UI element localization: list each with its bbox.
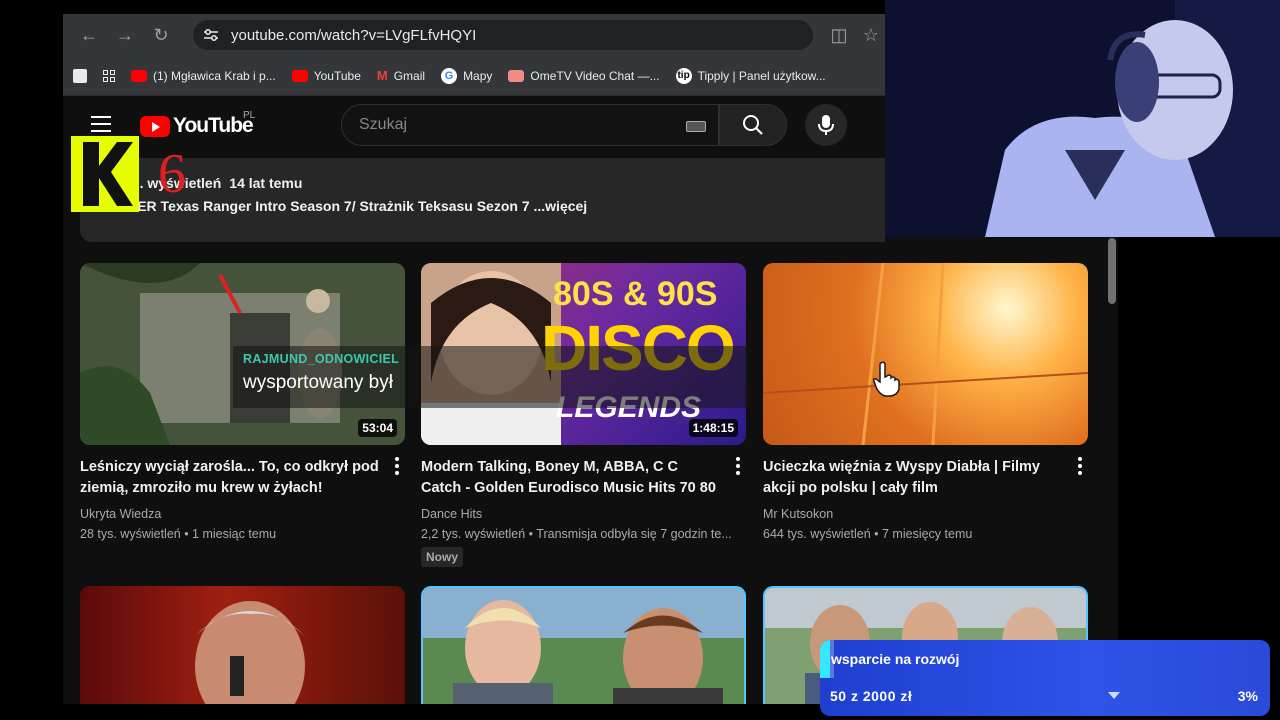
bookmarks-bar: (1) Mgławica Krab i p... YouTube M Gmail … xyxy=(63,56,885,96)
video-duration: 53:04 xyxy=(358,419,397,437)
bookmark-item[interactable]: M Gmail xyxy=(377,68,425,83)
support-title: wsparcie na rozwój xyxy=(831,651,960,667)
video-title[interactable]: Leśniczy wyciął zarośla... To, co odkrył… xyxy=(80,457,380,499)
search-button[interactable] xyxy=(719,104,787,146)
video-description-card[interactable]: vs. wyświetleń 14 lat temu WALKER Texas … xyxy=(80,158,885,242)
scrollbar-thumb[interactable] xyxy=(1108,238,1116,304)
more-actions-icon[interactable] xyxy=(1078,457,1082,475)
video-card[interactable]: 80S & 90S DISCO LEGENDS 1:48:15 Modern T… xyxy=(421,263,746,567)
video-title[interactable]: Modern Talking, Boney M, ABBA, C C Catch… xyxy=(421,457,721,499)
chat-username: RAJMUND_ODNOWICIEL xyxy=(243,352,400,366)
keyboard-icon[interactable] xyxy=(686,121,706,132)
youtube-play-icon xyxy=(140,115,170,137)
youtube-favicon-icon xyxy=(131,69,147,82)
more-actions-icon[interactable] xyxy=(395,457,399,475)
url-bar[interactable]: youtube.com/watch?v=LVgFLfvHQYI xyxy=(193,20,813,50)
reload-button[interactable]: ↻ xyxy=(143,21,179,49)
bookmark-item[interactable]: G Mapy xyxy=(441,67,492,84)
apps-grid-icon[interactable] xyxy=(103,69,115,82)
install-app-icon[interactable]: ◫ xyxy=(821,21,857,49)
hand-cursor-icon xyxy=(873,361,900,397)
google-favicon-icon: G xyxy=(441,67,458,84)
menu-icon[interactable] xyxy=(91,116,111,132)
video-stats: 2,2 tys. wyświetleń • Transmisja odbyła … xyxy=(421,527,732,541)
ometv-favicon-icon xyxy=(508,69,525,82)
support-percent: 3% xyxy=(1237,688,1258,704)
chat-message: wysportowany był xyxy=(243,372,393,393)
bookmark-star-icon[interactable]: ☆ xyxy=(853,21,885,49)
video-thumbnail[interactable] xyxy=(763,263,1088,445)
bookmark-item[interactable]: YouTube xyxy=(291,69,361,83)
description-meta: vs. wyświetleń 14 lat temu xyxy=(96,175,885,191)
k-channel-logo-icon xyxy=(71,136,139,212)
bookmark-item[interactable]: OmeTV Video Chat —... xyxy=(508,69,660,83)
youtube-masthead: YouTube PL xyxy=(63,96,885,156)
new-badge: Nowy xyxy=(421,547,464,567)
url-text[interactable]: youtube.com/watch?v=LVgFLfvHQYI xyxy=(231,27,476,44)
channel-name[interactable]: Mr Kutsokon xyxy=(763,507,1088,521)
microphone-icon xyxy=(818,115,834,135)
explosion-image xyxy=(763,263,1088,445)
more-actions-icon[interactable] xyxy=(736,457,740,475)
tipply-favicon-icon: tip xyxy=(675,67,692,84)
description-text: WALKER Texas Ranger Intro Season 7/ Stra… xyxy=(96,198,588,214)
channel-name[interactable]: Ukryta Wiedza xyxy=(80,507,405,521)
country-code: PL xyxy=(243,110,256,121)
webcam-person-image xyxy=(885,0,1280,237)
video-thumbnail[interactable] xyxy=(80,586,405,704)
tab-placeholder-icon[interactable] xyxy=(73,68,87,83)
video-stats: 644 tys. wyświetleń • 7 miesięcy temu xyxy=(763,527,973,541)
two-men-image xyxy=(423,588,744,704)
back-button[interactable]: ← xyxy=(71,21,107,49)
gmail-favicon-icon: M xyxy=(376,68,388,83)
voice-search-button[interactable] xyxy=(805,104,847,146)
forward-button[interactable]: → xyxy=(107,21,143,49)
video-card[interactable]: Ucieczka więźnia z Wyspy Diabła | Filmy … xyxy=(763,263,1088,541)
support-amount: 50 z 2000 zł xyxy=(830,688,913,704)
k-logo-digit: 6 xyxy=(158,143,186,205)
chevron-down-icon xyxy=(1108,692,1120,699)
webcam-feed xyxy=(885,0,1280,237)
youtube-logo-text: YouTube xyxy=(173,114,254,137)
support-progress-marker xyxy=(820,640,830,678)
search-icon xyxy=(743,115,763,135)
video-duration: 1:48:15 xyxy=(688,419,738,437)
address-bar-row: ← → ↻ youtube.com/watch?v=LVgFLfvHQYI ◫ … xyxy=(63,14,885,56)
search-input[interactable] xyxy=(359,116,659,134)
channel-name[interactable]: Dance Hits xyxy=(421,507,746,521)
youtube-favicon-icon xyxy=(291,69,308,82)
support-goal-widget: wsparcie na rozwój 50 z 2000 zł 3% xyxy=(820,640,1270,716)
upload-age: 14 lat temu xyxy=(229,175,303,191)
singer-image xyxy=(195,601,305,704)
scrollbar-track[interactable] xyxy=(1108,238,1118,704)
video-thumbnail[interactable] xyxy=(421,586,746,704)
bookmark-item[interactable]: tip Tipply | Panel użytkow... xyxy=(675,67,826,84)
chat-message-overlay: RAJMUND_ODNOWICIEL wysportowany był xyxy=(233,346,749,408)
bookmark-item[interactable]: (1) Mgławica Krab i p... xyxy=(131,69,276,83)
video-stats: 28 tys. wyświetleń • 1 miesiąc temu xyxy=(80,527,277,541)
search-box[interactable] xyxy=(341,104,719,146)
site-settings-icon[interactable] xyxy=(203,28,219,42)
thumb-text-top: 80S & 90S xyxy=(553,275,718,313)
youtube-logo[interactable]: YouTube xyxy=(140,114,254,138)
video-title[interactable]: Ucieczka więźnia z Wyspy Diabła | Filmy … xyxy=(763,457,1063,499)
